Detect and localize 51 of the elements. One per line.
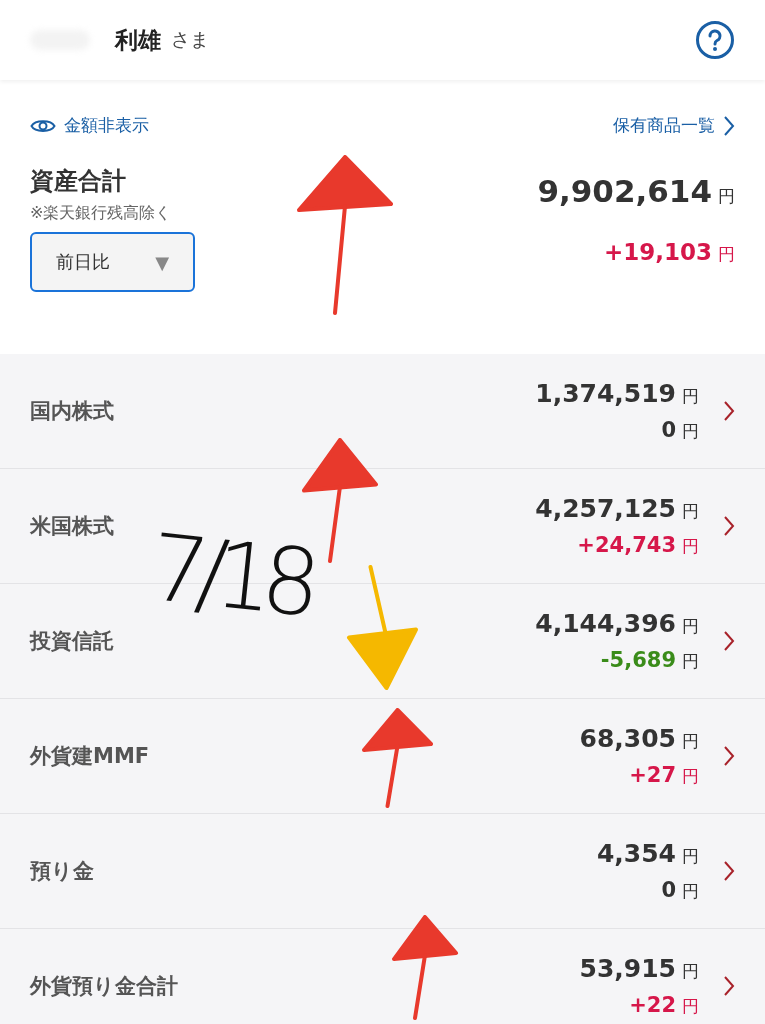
asset-amount: 68,305 (579, 724, 676, 753)
asset-amount: 4,144,396 (535, 609, 676, 638)
asset-name: 外貨建MMF (30, 743, 150, 770)
asset-name: 国内株式 (30, 398, 114, 425)
chevron-right-icon[interactable] (723, 400, 735, 422)
holdings-list-link[interactable]: 保有商品一覧 (613, 114, 735, 137)
yen-unit: 円 (682, 385, 699, 408)
asset-name: 預り金 (30, 858, 94, 885)
asset-change: -5,689 (600, 648, 676, 672)
asset-amount: 4,257,125 (535, 494, 676, 523)
yen-unit: 円 (682, 995, 699, 1018)
asset-change: 0 (661, 878, 676, 902)
total-assets-title: 資産合計 (30, 166, 127, 197)
yen-unit: 円 (682, 880, 699, 903)
yen-unit: 円 (682, 960, 699, 983)
yen-unit: 円 (682, 535, 699, 558)
yen-unit: 円 (682, 500, 699, 523)
asset-amount: 53,915 (579, 954, 676, 983)
yen-unit: 円 (718, 185, 735, 208)
dropdown-icon: ▼ (155, 251, 169, 273)
asset-name: 外貨預り金合計 (30, 973, 178, 1000)
chevron-right-icon[interactable] (723, 860, 735, 882)
note-text: ※楽天銀行残高除く (30, 203, 173, 224)
honorific: さま (171, 27, 209, 52)
chevron-right-icon[interactable] (723, 114, 735, 137)
yen-unit: 円 (682, 845, 699, 868)
asset-change: 0 (661, 418, 676, 442)
chevron-right-icon[interactable] (723, 630, 735, 652)
period-select[interactable]: 前日比 ▼ (30, 232, 195, 292)
yen-unit: 円 (682, 615, 699, 638)
asset-amount: 1,374,519 (535, 379, 676, 408)
chevron-right-icon[interactable] (723, 745, 735, 767)
yen-unit: 円 (718, 243, 735, 266)
total-change: +19,103 (603, 239, 712, 265)
asset-amount: 4,354 (596, 839, 676, 868)
yen-unit: 円 (682, 730, 699, 753)
chevron-right-icon[interactable] (723, 975, 735, 997)
asset-change: +27 (629, 763, 676, 787)
chevron-right-icon[interactable] (723, 515, 735, 537)
yen-unit: 円 (682, 650, 699, 673)
yen-unit: 円 (682, 420, 699, 443)
handwritten-date: 7/18 (145, 521, 313, 631)
help-icon[interactable] (695, 20, 735, 60)
asset-name: 投資信託 (30, 628, 114, 655)
asset-name: 米国株式 (30, 513, 114, 540)
total-amount: 9,902,614 (537, 173, 712, 209)
user-name: 利雄 (115, 25, 161, 55)
asset-change: +24,743 (577, 533, 676, 557)
yen-unit: 円 (682, 765, 699, 788)
asset-change: +22 (629, 993, 676, 1017)
hide-amounts-link[interactable]: 金額非表示 (30, 114, 149, 137)
